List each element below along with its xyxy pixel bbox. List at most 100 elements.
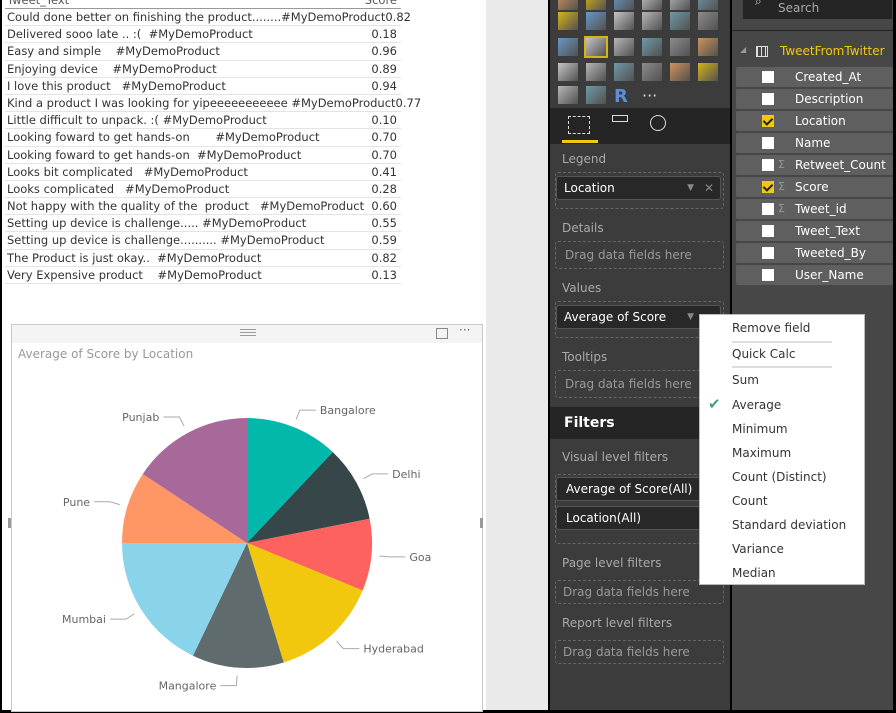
score-cell: 0.96 (371, 44, 397, 59)
table-row[interactable]: Could done better on finishing the produ… (5, 9, 411, 27)
fields-tab-icon[interactable] (568, 116, 590, 134)
filled-map-icon[interactable] (558, 63, 578, 81)
menu-separator (732, 341, 832, 343)
visual-type-icon[interactable] (614, 0, 634, 10)
table-row[interactable]: Delivered sooo late .. :( #MyDemoProduct… (5, 26, 401, 44)
table-row[interactable]: Looking foward to get hands-on #MyDemoPr… (5, 147, 401, 164)
values-field-pill[interactable]: Average of Score ▼ (556, 305, 721, 329)
line-clustered-icon[interactable] (670, 12, 690, 30)
table-row[interactable]: Kind a product I was looking for yipeeee… (5, 95, 421, 113)
map-icon[interactable] (642, 38, 662, 56)
field-retweet_count[interactable]: Σ Retweet_Count (736, 155, 893, 175)
menu-item-standard-deviation[interactable]: Standard deviation (732, 518, 846, 532)
field-tweet_id[interactable]: Σ Tweet_id (736, 199, 893, 219)
field-location[interactable]: Location (736, 111, 893, 131)
analytics-tab-icon[interactable] (650, 115, 666, 131)
field-user_name[interactable]: User_Name (736, 265, 893, 285)
funnel-icon[interactable] (586, 63, 606, 81)
leader-line (336, 640, 360, 650)
menu-item-sum[interactable]: Sum (732, 373, 759, 387)
pie-icon[interactable] (584, 36, 608, 58)
visual-type-icon[interactable] (558, 0, 578, 10)
field-checkbox[interactable] (762, 137, 774, 149)
format-tab-icon[interactable] (612, 115, 628, 122)
menu-item-median[interactable]: Median (732, 566, 776, 580)
table-row[interactable]: Looks complicated #MyDemoProduct 0.28 (5, 181, 401, 199)
menu-item-minimum[interactable]: Minimum (732, 422, 788, 436)
score-cell: 0.82 (371, 250, 397, 265)
column-header-tweet-text[interactable]: Tweet_Text (7, 0, 69, 8)
chevron-down-icon[interactable]: ▼ (687, 177, 694, 199)
area-chart-icon[interactable] (586, 12, 606, 30)
field-tweet_text[interactable]: Tweet_Text (736, 221, 893, 241)
table-name[interactable]: TweetFromTwitter (780, 44, 885, 58)
tweet-text-cell: Kind a product I was looking for yipeeee… (7, 95, 396, 110)
table-row[interactable]: Not happy with the quality of the produc… (5, 198, 401, 216)
visual-type-icon[interactable] (642, 0, 662, 10)
scatter-icon[interactable] (558, 38, 578, 56)
gauge-icon[interactable] (614, 63, 634, 81)
donut-icon[interactable] (586, 86, 606, 104)
r-visual-icon[interactable]: R (614, 86, 634, 107)
table-row[interactable]: Little difficult to unpack. :( #MyDemoPr… (5, 112, 401, 130)
table-row[interactable]: Very Expensive product #MyDemoProduct 0.1… (5, 267, 401, 284)
field-checkbox[interactable] (762, 225, 774, 237)
table-row[interactable]: Setting up device is challenge..........… (5, 232, 401, 250)
search-input[interactable]: ⌕ Search (742, 0, 893, 20)
table-row[interactable]: Setting up device is challenge..... #MyD… (5, 215, 401, 233)
menu-item-count-distinct[interactable]: Count (Distinct) (732, 470, 827, 484)
table-row[interactable]: I love this product #MyDemoProduct 0.94 (5, 78, 401, 95)
menu-item-count[interactable]: Count (732, 494, 768, 508)
table-row[interactable]: Looking foward to get hands-on #MyDemoPr… (5, 129, 401, 147)
stacked-area-icon[interactable] (614, 12, 634, 30)
table-row[interactable]: The Product is just okay.. #MyDemoProduc… (5, 250, 401, 267)
field-description[interactable]: Description (736, 89, 893, 109)
more-visuals-icon[interactable]: ··· (642, 86, 662, 105)
table-icon[interactable] (670, 38, 690, 56)
chevron-down-icon[interactable]: ▼ (687, 306, 694, 328)
table-row[interactable]: Looks bit complicated #MyDemoProduct 0.41 (5, 164, 401, 181)
multirow-card-icon[interactable] (642, 63, 662, 81)
matrix-icon[interactable] (698, 38, 718, 56)
field-tweeted_by[interactable]: Tweeted_By (736, 243, 893, 263)
field-checkbox[interactable] (762, 159, 774, 171)
field-checkbox[interactable] (762, 181, 774, 193)
menu-item-quick-calc[interactable]: Quick Calc (732, 347, 795, 361)
resize-handle-left[interactable] (8, 518, 11, 528)
line-chart-icon[interactable] (558, 12, 578, 30)
line-column-icon[interactable] (642, 12, 662, 30)
menu-item-variance[interactable]: Variance (732, 542, 784, 556)
menu-item-remove-field[interactable]: Remove field (732, 321, 810, 335)
menu-item-maximum[interactable]: Maximum (732, 446, 791, 460)
visual-type-icon[interactable] (670, 0, 690, 10)
legend-field-name: Location (564, 181, 615, 195)
field-checkbox[interactable] (762, 93, 774, 105)
field-checkbox[interactable] (762, 71, 774, 83)
pie-chart-visual[interactable]: ··· Average of Score by Location Bangalo… (11, 323, 483, 712)
field-checkbox[interactable] (762, 247, 774, 259)
field-created_at[interactable]: Created_At (736, 67, 893, 87)
treemap-icon[interactable] (614, 38, 634, 56)
legend-field-pill[interactable]: Location ▼ ✕ (556, 176, 721, 200)
visual-type-icon[interactable] (698, 0, 718, 10)
column-header-score[interactable]: Score (365, 0, 397, 8)
score-cell: 0.55 (371, 216, 397, 231)
card-icon[interactable] (670, 63, 690, 81)
visual-type-icon[interactable] (586, 0, 606, 10)
tweet-text-cell: Setting up device is challenge..........… (7, 233, 325, 248)
field-name[interactable]: Name (736, 133, 893, 153)
field-checkbox[interactable] (762, 203, 774, 215)
close-icon[interactable]: ✕ (704, 177, 714, 199)
field-checkbox[interactable] (762, 115, 774, 127)
field-score[interactable]: Σ Score (736, 177, 893, 197)
kpi-icon[interactable] (698, 63, 718, 81)
field-checkbox[interactable] (762, 269, 774, 281)
score-cell: 0.70 (371, 147, 397, 162)
slicer-icon[interactable] (558, 86, 578, 104)
collapse-triangle-icon[interactable]: ◢ (740, 45, 746, 54)
resize-handle-right[interactable] (480, 518, 483, 528)
table-row[interactable]: Enjoying device #MyDemoProduct 0.89 (5, 61, 401, 78)
ribbon-icon[interactable] (698, 12, 718, 30)
table-row[interactable]: Easy and simple #MyDemoProduct 0.96 (5, 43, 401, 61)
menu-item-average[interactable]: Average (732, 398, 781, 412)
